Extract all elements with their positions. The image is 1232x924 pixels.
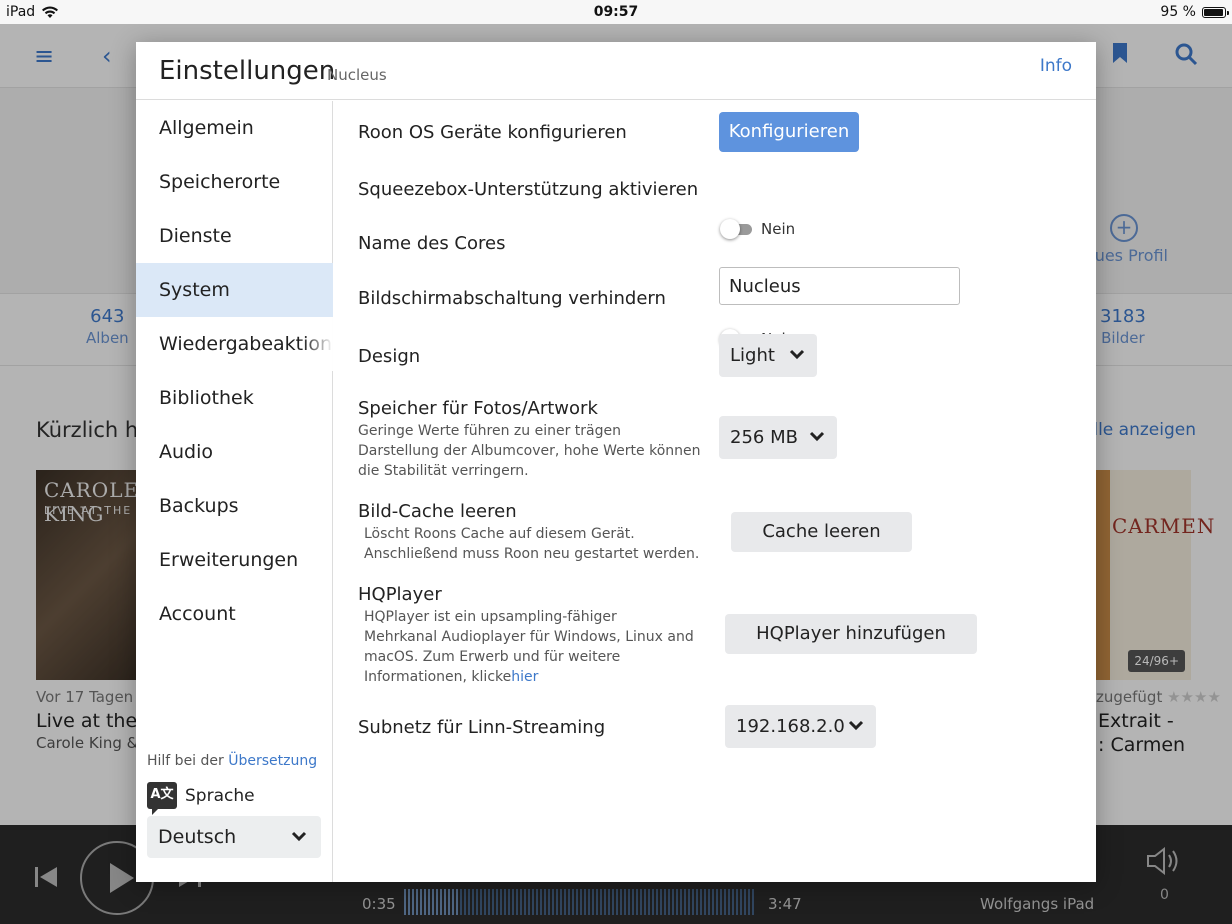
sidebar-item-speicherorte[interactable]: Speicherorte xyxy=(136,155,333,209)
sidebar-item-audio[interactable]: Audio xyxy=(136,425,333,479)
image-cache-description: Löscht Roons Cache auf diesem Gerät. Ans… xyxy=(364,526,700,562)
sidebar-item-allgemein[interactable]: Allgemein xyxy=(136,101,333,155)
status-bar: iPad 09:57 95 % xyxy=(0,0,1232,24)
info-link[interactable]: Info xyxy=(1040,56,1072,76)
translation-link[interactable]: Übersetzung xyxy=(228,753,317,769)
hqplayer-label: HQPlayer xyxy=(358,584,442,605)
squeezebox-toggle[interactable] xyxy=(720,219,752,239)
artwork-storage-label: Speicher für Fotos/Artwork xyxy=(358,398,598,419)
design-label: Design xyxy=(358,346,421,367)
translation-help: Hilf bei der Übersetzung xyxy=(147,753,318,769)
language-row: A文 Sprache xyxy=(147,782,255,815)
hqplayer-description: HQPlayer ist ein upsampling-fähiger Mehr… xyxy=(364,609,694,685)
sidebar-item-backups[interactable]: Backups xyxy=(136,479,333,533)
squeezebox-label: Squeezebox-Unterstützung aktivieren xyxy=(358,179,699,200)
dialog-title: Einstellungen xyxy=(159,56,336,86)
language-label: Sprache xyxy=(185,785,255,806)
linn-subnet-select[interactable]: 192.168.2.0 xyxy=(725,705,876,748)
battery-icon xyxy=(1202,6,1229,18)
chevron-down-icon xyxy=(848,705,864,731)
roon-os-label: Roon OS Geräte konfigurieren xyxy=(358,122,627,143)
add-hqplayer-button[interactable]: HQPlayer hinzufügen xyxy=(725,614,977,654)
chevron-down-icon xyxy=(291,816,307,842)
battery-level xyxy=(1204,8,1223,16)
squeezebox-state: Nein xyxy=(761,220,796,238)
sidebar-item-wiedergabeaktionen[interactable]: Wiedergabeaktionen xyxy=(136,317,333,371)
chevron-down-icon xyxy=(809,416,825,442)
dialog-subtitle: Nucleus xyxy=(327,66,387,84)
image-cache-label: Bild-Cache leeren xyxy=(358,501,517,522)
sidebar-item-system[interactable]: System xyxy=(136,263,333,317)
clock: 09:57 xyxy=(593,4,639,20)
chevron-down-icon xyxy=(789,334,805,360)
clear-cache-button[interactable]: Cache leeren xyxy=(731,512,912,552)
language-icon: A文 xyxy=(147,782,177,815)
core-name-label: Name des Cores xyxy=(358,233,506,254)
sidebar-item-bibliothek[interactable]: Bibliothek xyxy=(136,371,333,425)
artwork-storage-select[interactable]: 256 MB xyxy=(719,416,837,459)
language-select[interactable]: Deutsch xyxy=(147,816,321,858)
sidebar-item-dienste[interactable]: Dienste xyxy=(136,209,333,263)
linn-subnet-label: Subnetz für Linn-Streaming xyxy=(358,717,606,738)
sidebar-item-account[interactable]: Account xyxy=(136,587,333,641)
battery-percent: 95 % xyxy=(1160,4,1196,20)
core-name-input[interactable] xyxy=(719,267,960,305)
dialog-header: Einstellungen Nucleus Info xyxy=(136,42,1096,100)
squeezebox-setting: Nein xyxy=(720,219,795,239)
settings-dialog: Einstellungen Nucleus Info Allgemein Spe… xyxy=(136,42,1096,882)
hqplayer-info-link[interactable]: hier xyxy=(511,669,538,685)
artwork-storage-description: Geringe Werte führen zu einer trägen Dar… xyxy=(358,423,701,479)
configure-button[interactable]: Konfigurieren xyxy=(719,112,859,152)
design-select[interactable]: Light xyxy=(719,334,817,377)
settings-content: Roon OS Geräte konfigurieren Konfigurier… xyxy=(334,101,1096,882)
screensaver-label: Bildschirmabschaltung verhindern xyxy=(358,288,666,309)
settings-sidebar: Allgemein Speicherorte Dienste System Wi… xyxy=(136,101,333,882)
sidebar-item-erweiterungen[interactable]: Erweiterungen xyxy=(136,533,333,587)
